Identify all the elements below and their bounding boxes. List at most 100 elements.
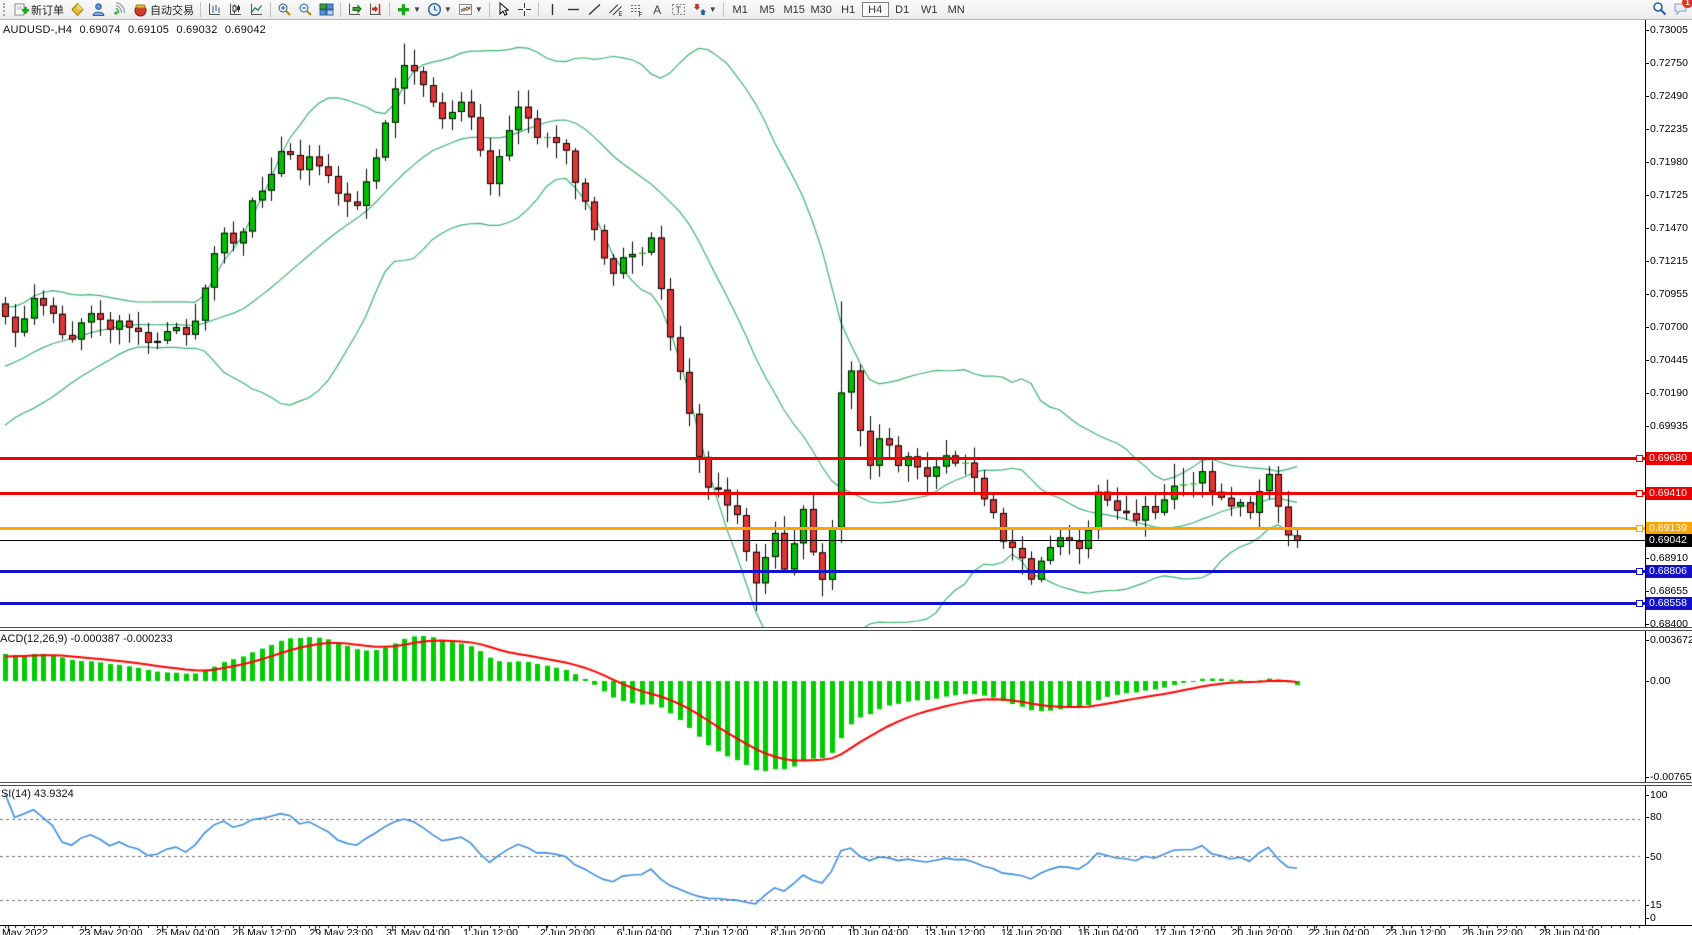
periods-button[interactable]: ▼ bbox=[424, 1, 455, 18]
zoom-in-icon bbox=[277, 2, 292, 17]
indicator-axis-label: 0 bbox=[1650, 912, 1656, 924]
line-anchor-marker[interactable] bbox=[1636, 525, 1643, 532]
pane-separator[interactable] bbox=[0, 627, 1692, 631]
zoom-out-button[interactable] bbox=[295, 1, 316, 18]
signal-button[interactable] bbox=[109, 1, 130, 18]
level-line-0.69680[interactable] bbox=[0, 457, 1645, 460]
time-axis-label: 7 Jun 12:00 bbox=[694, 927, 749, 935]
line-chart-button[interactable] bbox=[246, 1, 267, 18]
level-line-0.69139[interactable] bbox=[0, 527, 1645, 530]
level-line-0.68558[interactable] bbox=[0, 602, 1645, 605]
timeframe-h1-button[interactable]: H1 bbox=[835, 2, 862, 17]
price-tick-label: 0.71980 bbox=[1650, 156, 1688, 168]
zoom-in-button[interactable] bbox=[274, 1, 295, 18]
crosshair-button[interactable] bbox=[514, 1, 535, 18]
time-axis-label: May 2022 bbox=[2, 927, 48, 935]
clock-icon bbox=[427, 2, 442, 17]
price-axis[interactable] bbox=[1645, 20, 1646, 925]
toolbar-separator bbox=[389, 2, 390, 17]
market-watch-icon bbox=[70, 2, 85, 17]
timeframe-h4-button[interactable]: H4 bbox=[862, 2, 889, 17]
bar-chart-button[interactable] bbox=[204, 1, 225, 18]
toolbar-grip[interactable] bbox=[3, 3, 9, 16]
open-value: 0.69074 bbox=[80, 24, 121, 36]
templates-button[interactable]: ▼ bbox=[455, 1, 486, 18]
arrows-icon bbox=[692, 2, 707, 17]
line-anchor-marker[interactable] bbox=[1636, 455, 1643, 462]
price-tick-label: 0.73005 bbox=[1650, 24, 1688, 36]
pane-separator[interactable] bbox=[0, 782, 1692, 786]
auto-scroll-button[interactable] bbox=[344, 1, 365, 18]
new-order-button[interactable]: 新订单 bbox=[11, 1, 67, 18]
line-anchor-marker[interactable] bbox=[1636, 490, 1643, 497]
indicator-axis-label: 80 bbox=[1650, 811, 1662, 823]
line-anchor-marker[interactable] bbox=[1636, 568, 1643, 575]
tile-windows-button[interactable] bbox=[316, 1, 337, 18]
vertical-line-button[interactable] bbox=[542, 1, 563, 18]
price-tick-label: 0.70955 bbox=[1650, 288, 1688, 300]
arrows-button[interactable]: ▼ bbox=[689, 1, 720, 18]
line-anchor-marker[interactable] bbox=[1636, 600, 1643, 607]
fibonacci-icon: F bbox=[629, 2, 644, 17]
dropdown-caret-icon: ▼ bbox=[709, 5, 717, 15]
close-value: 0.69042 bbox=[225, 24, 266, 36]
notifications-icon[interactable]: 1 bbox=[1673, 1, 1689, 21]
data-window-button[interactable] bbox=[88, 1, 109, 18]
price-level-badge: 0.68806 bbox=[1646, 565, 1692, 578]
search-icon[interactable] bbox=[1652, 1, 1667, 21]
timeframe-m30-button[interactable]: M30 bbox=[808, 2, 835, 17]
candlestick-icon bbox=[228, 2, 243, 17]
timeframe-m1-button[interactable]: M1 bbox=[727, 2, 754, 17]
level-line-0.69410[interactable] bbox=[0, 492, 1645, 495]
timeframe-m5-button[interactable]: M5 bbox=[754, 2, 781, 17]
market-watch-button[interactable] bbox=[67, 1, 88, 18]
main-toolbar: 新订单 自动交易 ▼ ▼ ▼ E F A T ▼ M1 M5 M15 M30 H… bbox=[0, 0, 1692, 20]
macd-pane-canvas[interactable] bbox=[0, 631, 1646, 783]
price-tick-label: 0.69935 bbox=[1650, 420, 1688, 432]
chart-shift-icon bbox=[368, 2, 383, 17]
chart-shift-button[interactable] bbox=[365, 1, 386, 18]
main-chart-canvas[interactable] bbox=[0, 20, 1646, 628]
indicators-button[interactable]: ▼ bbox=[393, 1, 424, 18]
crosshair-icon bbox=[517, 2, 532, 17]
notification-badge: 1 bbox=[1682, 0, 1692, 8]
level-line-0.69042[interactable] bbox=[0, 540, 1645, 541]
timeframe-d1-button[interactable]: D1 bbox=[889, 2, 916, 17]
level-line-0.68806[interactable] bbox=[0, 570, 1645, 573]
high-value: 0.69105 bbox=[128, 24, 169, 36]
price-level-badge: 0.69680 bbox=[1646, 452, 1692, 465]
price-tick-label: 0.71470 bbox=[1650, 222, 1688, 234]
time-axis-label: 16 Jun 04:00 bbox=[1078, 927, 1139, 935]
indicator-axis-label: 0.00 bbox=[1650, 675, 1670, 687]
horizontal-line-button[interactable] bbox=[563, 1, 584, 18]
price-tick-label: 0.72750 bbox=[1650, 57, 1688, 69]
rsi-label: RSI(14) 43.9324 bbox=[0, 788, 74, 800]
cursor-button[interactable] bbox=[493, 1, 514, 18]
text-label-button[interactable]: T bbox=[668, 1, 689, 18]
templates-icon bbox=[458, 2, 473, 17]
toolbar-separator bbox=[340, 2, 341, 17]
time-axis-label: 6 Jun 04:00 bbox=[617, 927, 672, 935]
rsi-pane-canvas[interactable] bbox=[0, 786, 1646, 925]
price-level-badge: 0.69410 bbox=[1646, 487, 1692, 500]
text-button[interactable]: A bbox=[647, 1, 668, 18]
auto-trading-button[interactable]: 自动交易 bbox=[130, 1, 197, 18]
price-tick-label: 0.71725 bbox=[1650, 189, 1688, 201]
timeframe-m15-button[interactable]: M15 bbox=[781, 2, 808, 17]
time-axis-label: 31 May 04:00 bbox=[386, 927, 450, 935]
time-axis-label: 14 Jun 20:00 bbox=[1001, 927, 1062, 935]
svg-text:F: F bbox=[638, 13, 642, 18]
text-icon: A bbox=[650, 2, 665, 17]
svg-text:T: T bbox=[675, 5, 681, 15]
timeframe-w1-button[interactable]: W1 bbox=[916, 2, 943, 17]
fibonacci-button[interactable]: F bbox=[626, 1, 647, 18]
candlestick-button[interactable] bbox=[225, 1, 246, 18]
dropdown-caret-icon: ▼ bbox=[444, 5, 452, 15]
time-axis-label: 8 Jun 20:00 bbox=[771, 927, 826, 935]
trendline-button[interactable] bbox=[584, 1, 605, 18]
bar-chart-icon bbox=[207, 2, 222, 17]
new-order-label: 新订单 bbox=[31, 2, 64, 18]
time-axis-label: 26 May 12:00 bbox=[233, 927, 297, 935]
timeframe-mn-button[interactable]: MN bbox=[943, 2, 970, 17]
equidistant-channel-button[interactable]: E bbox=[605, 1, 626, 18]
